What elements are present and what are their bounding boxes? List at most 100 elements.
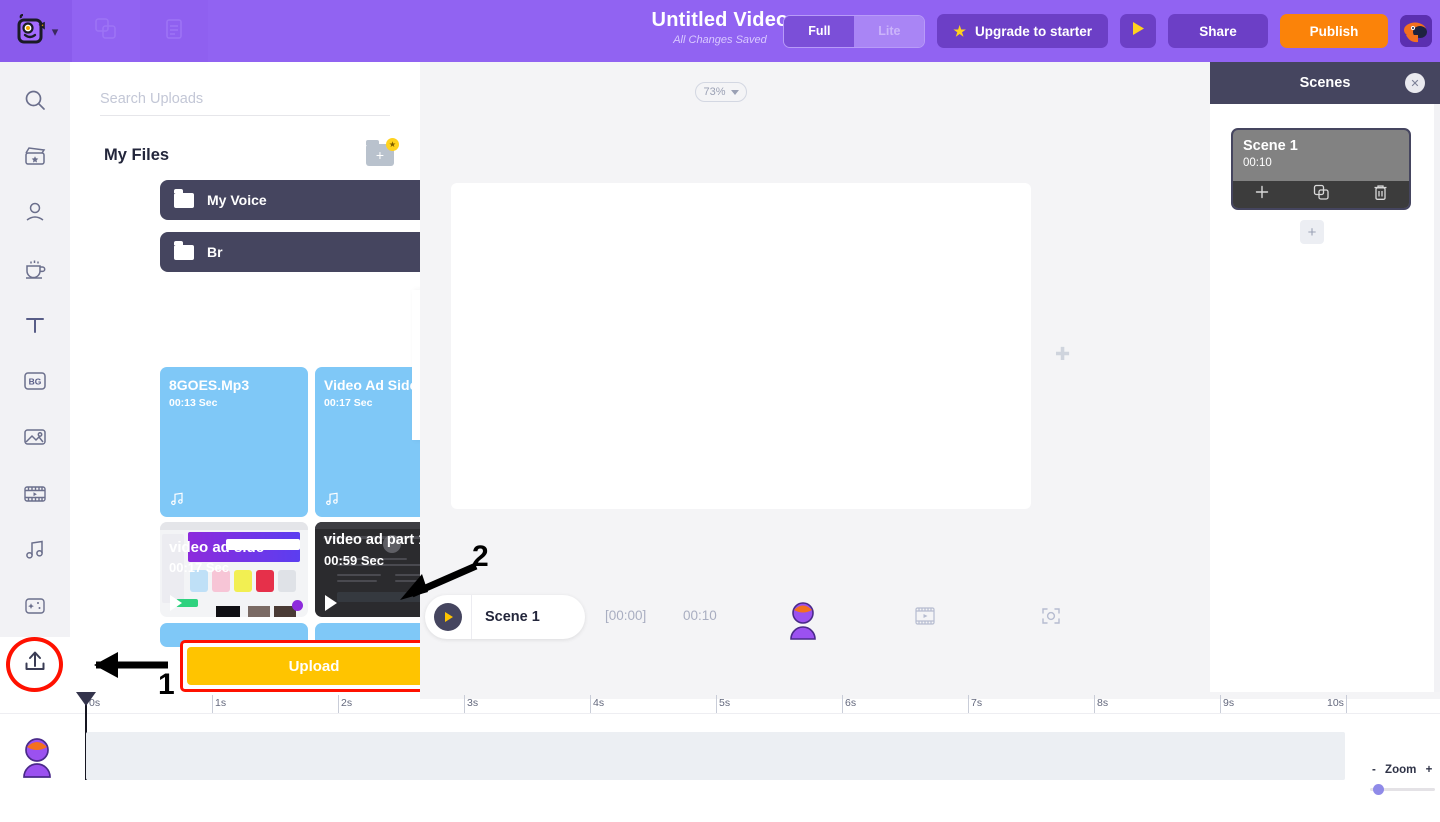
music-note-icon [324,491,340,510]
logo-cell[interactable]: ▾ [0,0,72,62]
search-row [100,87,390,116]
playbar-total-time: 00:10 [683,608,717,623]
sidebar-item-videos[interactable] [0,468,70,524]
canvas-zoom-level: 73% [703,86,726,98]
header-actions: Full Lite ★ Upgrade to starter Share Pub… [783,0,1432,62]
zoom-slider-knob[interactable] [1373,784,1384,795]
star-icon: ★ [953,23,966,39]
share-button[interactable]: Share [1168,14,1268,48]
film-icon [22,482,48,511]
mode-lite-button[interactable]: Lite [854,15,925,47]
sidebar-item-scenes[interactable] [0,243,70,299]
folder-label: Br [207,244,223,260]
my-files-header: My Files + ★ [104,138,399,170]
svg-text:BG: BG [29,377,42,387]
sidebar-item-search[interactable] [0,74,70,130]
page-icon [163,17,185,46]
music-note-icon [169,491,185,510]
zoom-label: Zoom [1385,764,1417,776]
left-rail: BG [0,62,70,637]
media-item-audio-1[interactable]: 8GOES.Mp3 00:13 Sec [160,367,308,517]
playbar-current-time: [00:00] [605,608,647,623]
media-title: 8GOES.Mp3 [169,377,250,393]
annotation-number-2: 2 [472,540,489,573]
ruler-tick-1: 1s [215,697,227,709]
trash-icon[interactable] [1373,184,1388,206]
scenes-scrollbar[interactable] [1434,104,1440,692]
folder-label: My Voice [207,192,267,208]
ruler-tick-8: 8s [1097,697,1109,709]
avatar-icon[interactable] [20,738,52,778]
annotation-circle-upload-icon [6,637,63,692]
upload-button-highlight: Upload [180,640,448,692]
sidebar-item-background[interactable]: BG [0,355,70,411]
media-duration: 00:17 Sec [169,560,229,575]
new-folder-icon[interactable]: + ★ [366,138,399,166]
publish-button[interactable]: Publish [1280,14,1388,48]
close-icon[interactable]: ✕ [1405,73,1425,93]
timeline: 0s 1s 2s 3s 4s 5s 6s 7s 8s 9s 10s + − [0,692,1440,822]
header-tab-copy[interactable] [72,0,140,62]
sidebar-item-text[interactable] [0,299,70,355]
folder-icon [174,240,194,260]
search-icon [23,88,47,117]
film-icon[interactable] [914,606,936,631]
upload-button[interactable]: Upload [187,647,441,685]
scene-name: Scene 1 [1243,138,1298,154]
ruler-tick-10: 10s [1327,697,1344,709]
avatar-icon[interactable] [786,602,820,645]
user-avatar-icon[interactable] [1400,15,1432,47]
sidebar-item-music[interactable] [0,524,70,580]
copy-icon [93,16,119,47]
preview-button[interactable] [1120,14,1156,48]
ruler-tick-7: 7s [971,697,983,709]
plus-icon[interactable]: ✚ [1055,344,1070,365]
play-icon [170,595,182,611]
sidebar-item-effects[interactable] [0,581,70,637]
sidebar-item-images[interactable] [0,412,70,468]
image-icon [22,425,48,454]
canvas-zoom-control[interactable]: 73% [695,82,747,102]
upgrade-label: Upgrade to starter [974,23,1092,39]
zoom-plus-label[interactable]: + [1426,764,1433,776]
ruler-tick-2: 2s [341,697,353,709]
ruler-tick-3: 3s [467,697,479,709]
header-tab-page[interactable] [140,0,208,62]
folder-icon [174,188,194,208]
play-icon [1131,21,1145,41]
media-duration: 00:13 Sec [169,397,218,409]
media-item-video-1[interactable]: video ad side 00:17 Sec [160,522,308,617]
timeline-ruler[interactable]: 0s 1s 2s 3s 4s 5s 6s 7s 8s 9s 10s [0,692,1440,714]
plus-icon[interactable] [1254,184,1270,205]
scene-card[interactable]: Scene 1 00:10 [1231,128,1411,210]
focus-frame-icon[interactable] [1040,606,1062,631]
music-note-icon [23,538,47,567]
scenes-panel: Scenes ✕ Scene 1 00:10 + [1210,62,1440,692]
list-item[interactable]: Br [160,232,460,272]
ruler-tick-9: 9s [1223,697,1235,709]
chevron-down-icon[interactable]: ▾ [52,25,59,38]
copy-icon[interactable] [1313,184,1330,206]
sidebar-item-avatars[interactable] [0,187,70,243]
person-icon [23,200,47,229]
caret-down-icon[interactable] [730,89,739,95]
plus-glyph: + [375,147,385,163]
ruler-tick-6: 6s [845,697,857,709]
upgrade-button[interactable]: ★ Upgrade to starter [937,14,1108,48]
add-scene-button[interactable]: + [1300,220,1324,244]
zoom-minus-label[interactable]: - [1372,764,1376,776]
video-editor-app: ▾ Untitled Video All Changes Saved Full [0,0,1440,822]
search-input[interactable] [100,87,390,116]
list-item[interactable]: My Voice [160,180,460,220]
mode-toggle[interactable]: Full Lite [783,14,926,48]
sidebar-item-templates[interactable] [0,130,70,186]
app-header: ▾ Untitled Video All Changes Saved Full [0,0,1440,62]
media-duration: 00:59 Sec [324,553,384,568]
playhead-icon[interactable] [76,692,96,706]
clapperboard-icon [23,144,47,173]
timeline-track[interactable] [86,732,1345,780]
canvas-stage[interactable] [451,183,1031,509]
sparkle-icon [22,594,48,623]
media-title: video ad side [169,539,265,556]
mode-full-button[interactable]: Full [784,15,855,47]
